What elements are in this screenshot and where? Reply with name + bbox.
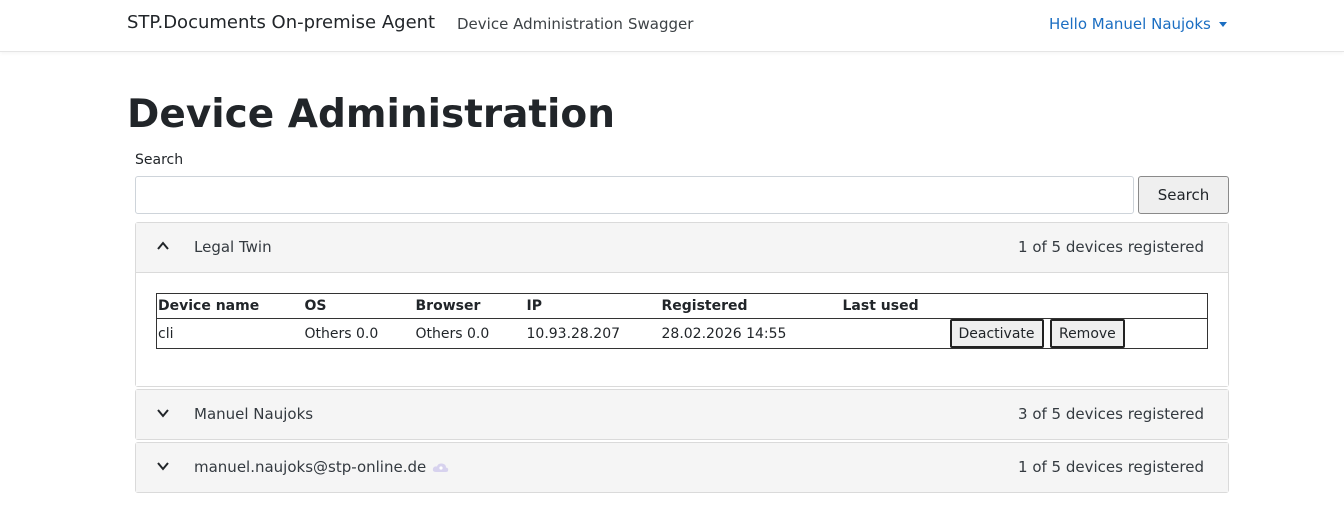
device-group-title-text: manuel.naujoks@stp-online.de xyxy=(194,458,427,476)
device-group-header[interactable]: Legal Twin 1 of 5 devices registered xyxy=(136,223,1228,272)
search-label: Search xyxy=(135,152,184,168)
navbar: STP.Documents On-premise Agent Device Ad… xyxy=(0,0,1344,52)
cell-last-used xyxy=(842,319,949,349)
chevron-down-icon xyxy=(157,409,169,418)
deactivate-button[interactable]: Deactivate xyxy=(949,319,1044,348)
device-group: Legal Twin 1 of 5 devices registered Dev… xyxy=(135,222,1229,387)
cell-registered: 28.02.2026 14:55 xyxy=(661,325,787,342)
column-header-ip: IP xyxy=(525,293,661,319)
cell-device-name: cli xyxy=(158,325,174,342)
brand-link[interactable]: STP.Documents On-premise Agent xyxy=(127,12,435,33)
device-group-count: 1 of 5 devices registered xyxy=(1018,458,1204,476)
column-header-actions xyxy=(948,293,1208,319)
search-button[interactable]: Search xyxy=(1138,176,1229,214)
user-menu-label: Hello Manuel Naujoks xyxy=(1049,15,1211,33)
nav-link-device-administration[interactable]: Device Administration xyxy=(457,15,623,33)
cell-os: Others 0.0 xyxy=(304,325,379,342)
device-group: manuel.naujoks@stp-online.de 1 of 5 devi… xyxy=(135,442,1229,493)
table-row: cli Others 0.0 Others 0.0 10.93.28.207 2… xyxy=(157,319,1208,349)
chevron-up-icon xyxy=(157,241,169,250)
search-input[interactable] xyxy=(135,176,1134,214)
column-header-browser: Browser xyxy=(414,293,526,319)
table-header-row: Device name OS Browser IP Registered Las… xyxy=(156,293,1208,319)
device-group: Manuel Naujoks 3 of 5 devices registered xyxy=(135,389,1229,440)
caret-down-icon xyxy=(1218,22,1227,27)
chevron-down-icon xyxy=(157,462,169,471)
column-header-registered: Registered xyxy=(660,293,842,319)
device-group-title: Legal Twin xyxy=(194,238,272,256)
device-group-body: Device name OS Browser IP Registered Las… xyxy=(136,272,1228,386)
device-groups-accordion: Legal Twin 1 of 5 devices registered Dev… xyxy=(135,222,1229,495)
nav-link-swagger[interactable]: Swagger xyxy=(628,15,693,33)
cell-ip: 10.93.28.207 xyxy=(526,325,621,342)
page-title: Device Administration xyxy=(127,92,615,137)
device-group-header[interactable]: Manuel Naujoks 3 of 5 devices registered xyxy=(136,390,1228,439)
device-group-header[interactable]: manuel.naujoks@stp-online.de 1 of 5 devi… xyxy=(136,443,1228,492)
column-header-device-name: Device name xyxy=(156,293,304,319)
device-group-count: 3 of 5 devices registered xyxy=(1018,405,1204,423)
user-menu-dropdown[interactable]: Hello Manuel Naujoks xyxy=(1049,15,1227,33)
remove-button[interactable]: Remove xyxy=(1049,319,1125,348)
cell-actions: Deactivate Remove xyxy=(949,319,1208,349)
device-group-count: 1 of 5 devices registered xyxy=(1018,238,1204,256)
devices-table: Device name OS Browser IP Registered Las… xyxy=(156,293,1208,349)
column-header-os: OS xyxy=(303,293,415,319)
device-group-title: manuel.naujoks@stp-online.de xyxy=(194,458,449,476)
cell-browser: Others 0.0 xyxy=(415,325,490,342)
device-group-title: Manuel Naujoks xyxy=(194,405,314,423)
verified-cloud-icon xyxy=(433,463,449,472)
column-header-last-used: Last used xyxy=(841,293,949,319)
